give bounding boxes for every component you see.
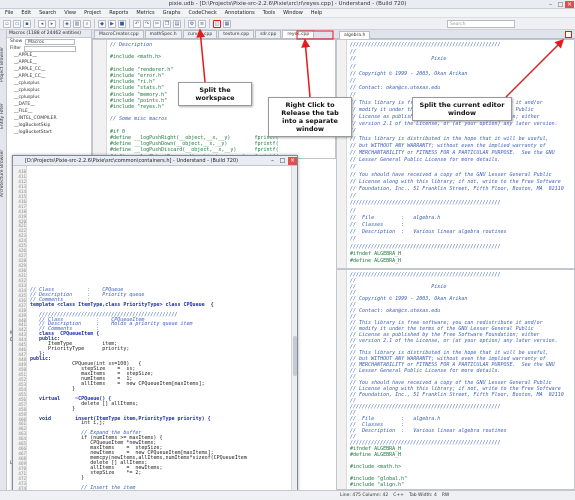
- arrow-to-split-editor-button: [505, 38, 565, 98]
- arrow-to-reyes-tab: [301, 38, 311, 98]
- arrow-to-split-workspace-button: [196, 28, 206, 83]
- reyes-tab-highlight: [296, 30, 334, 40]
- annotation-arrows: [196, 28, 565, 98]
